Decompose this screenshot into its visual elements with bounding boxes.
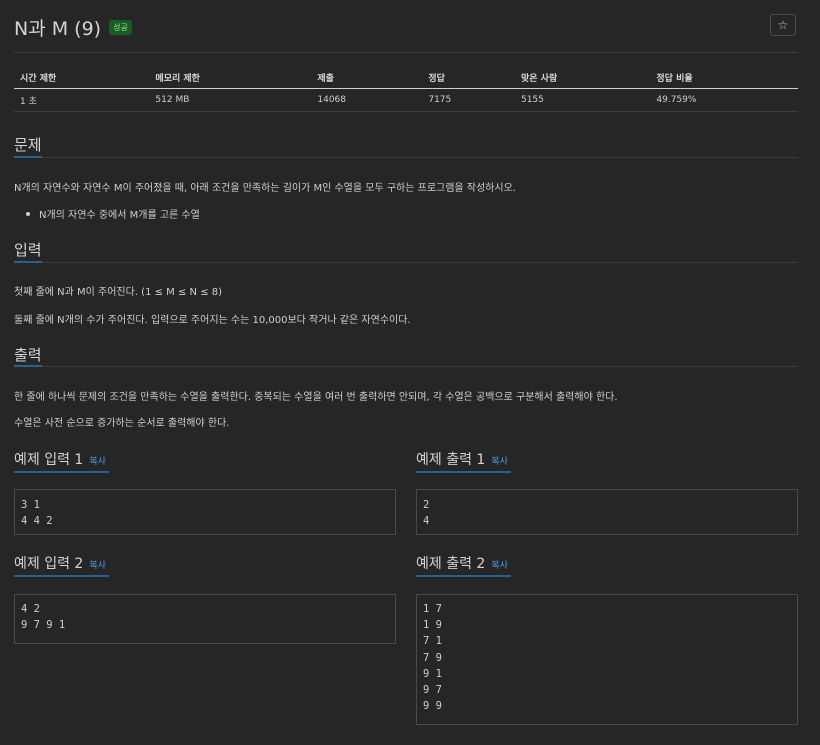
sample-input-2-underline	[14, 575, 109, 577]
code-line: 9 1	[423, 667, 442, 680]
code-line: 9 7 9 1	[21, 619, 66, 632]
value-memory-limit: 512 MB	[149, 88, 312, 112]
input-line-1: 첫째 줄에 N과 M이 주어진다. (1 ≤ M ≤ N ≤ 8)	[14, 287, 223, 298]
header-time-limit: 시간 제한	[14, 66, 150, 89]
sample-output-2-title: 예제 출력 2	[416, 556, 486, 572]
code-line: 4	[423, 515, 430, 528]
sample-output-1-title: 예제 출력 1	[416, 452, 486, 468]
header-accepted: 정답	[422, 66, 515, 89]
problem-description: N개의 자연수와 자연수 M이 주어졌을 때, 아래 조건을 만족하는 길이가 …	[14, 183, 516, 194]
value-time-limit: 1 초	[14, 88, 150, 112]
copy-sample-output-2-button[interactable]: 복사	[491, 558, 508, 571]
code-line: 3 1	[21, 499, 40, 511]
header-accept-ratio: 정답 비율	[650, 66, 798, 89]
problem-heading-underline	[14, 156, 42, 158]
code-line: 2	[423, 499, 430, 511]
input-heading-underline	[14, 261, 42, 263]
code-line: 9 7	[423, 683, 442, 696]
value-accepted: 7175	[422, 88, 515, 112]
page-title: N과 M (9)	[14, 18, 102, 40]
header-memory-limit: 메모리 제한	[149, 66, 312, 89]
status-badge: 성공	[109, 20, 132, 35]
sample-output-2-box[interactable]: 1 7 1 9 7 1 7 9 9 1 9 7 9 9	[416, 594, 798, 725]
value-submissions: 14068	[311, 88, 423, 112]
problem-bullet-text: N개의 자연수 중에서 M개를 고른 수열	[39, 210, 200, 221]
output-line-1: 한 줄에 하나씩 문제의 조건을 만족하는 수열을 출력한다. 중복되는 수열을…	[14, 392, 618, 403]
sample-output-2-underline	[416, 575, 511, 577]
output-line-2: 수열은 사전 순으로 증가하는 순서로 출력해야 한다.	[14, 418, 230, 429]
copy-sample-input-2-button[interactable]: 복사	[89, 558, 106, 571]
sample-output-1-underline	[416, 471, 511, 473]
copy-sample-input-1-button[interactable]: 복사	[89, 454, 106, 467]
star-button[interactable]: ☆	[770, 14, 796, 36]
sample-input-2-box[interactable]: 4 2 9 7 9 1	[14, 594, 396, 644]
copy-sample-output-1-button[interactable]: 복사	[491, 454, 508, 467]
problem-divider	[14, 157, 798, 158]
code-line: 9 9	[423, 700, 442, 713]
problem-heading: 문제	[14, 136, 42, 154]
sample-input-1-underline	[14, 471, 109, 473]
sample-input-1-title: 예제 입력 1	[14, 452, 84, 468]
page-title-row: N과 M (9) 성공	[14, 14, 132, 41]
bullet-icon	[26, 211, 30, 216]
code-line: 1 9	[423, 619, 442, 632]
code-line: 1 7	[423, 603, 442, 615]
title-divider	[14, 52, 798, 53]
star-icon: ☆	[777, 18, 789, 32]
header-submissions: 제출	[311, 66, 423, 89]
sample-output-1-box[interactable]: 2 4	[416, 489, 798, 535]
info-table-value-row: 1 초 512 MB 14068 7175 5155 49.759%	[14, 88, 798, 112]
sample-input-2-title: 예제 입력 2	[14, 556, 84, 572]
output-heading-underline	[14, 365, 42, 367]
code-line: 4 2	[21, 603, 40, 615]
code-line: 4 4 2	[21, 515, 53, 528]
problem-info-table: 시간 제한 메모리 제한 제출 정답 맞은 사람 정답 비율 1 초 512 M…	[14, 66, 798, 112]
sample-input-1-heading: 예제 입력 1 복사	[14, 449, 106, 469]
sample-output-1-heading: 예제 출력 1 복사	[416, 449, 508, 469]
header-solved-users: 맞은 사람	[514, 66, 651, 89]
input-heading: 입력	[14, 241, 42, 259]
output-divider	[14, 366, 798, 367]
value-solved-users: 5155	[514, 88, 651, 112]
problem-bullet-item: N개의 자연수 중에서 M개를 고른 수열	[26, 206, 200, 221]
value-accept-ratio: 49.759%	[650, 88, 798, 112]
code-line: 7 1	[423, 635, 442, 648]
output-heading: 출력	[14, 346, 42, 364]
info-table-header-row: 시간 제한 메모리 제한 제출 정답 맞은 사람 정답 비율	[14, 66, 798, 89]
input-divider	[14, 262, 798, 263]
sample-input-1-box[interactable]: 3 1 4 4 2	[14, 489, 396, 535]
sample-output-2-heading: 예제 출력 2 복사	[416, 553, 508, 573]
input-line-2: 둘째 줄에 N개의 수가 주어진다. 입력으로 주어지는 수는 10,000보다…	[14, 315, 411, 326]
sample-input-2-heading: 예제 입력 2 복사	[14, 553, 106, 573]
code-line: 7 9	[423, 651, 442, 664]
